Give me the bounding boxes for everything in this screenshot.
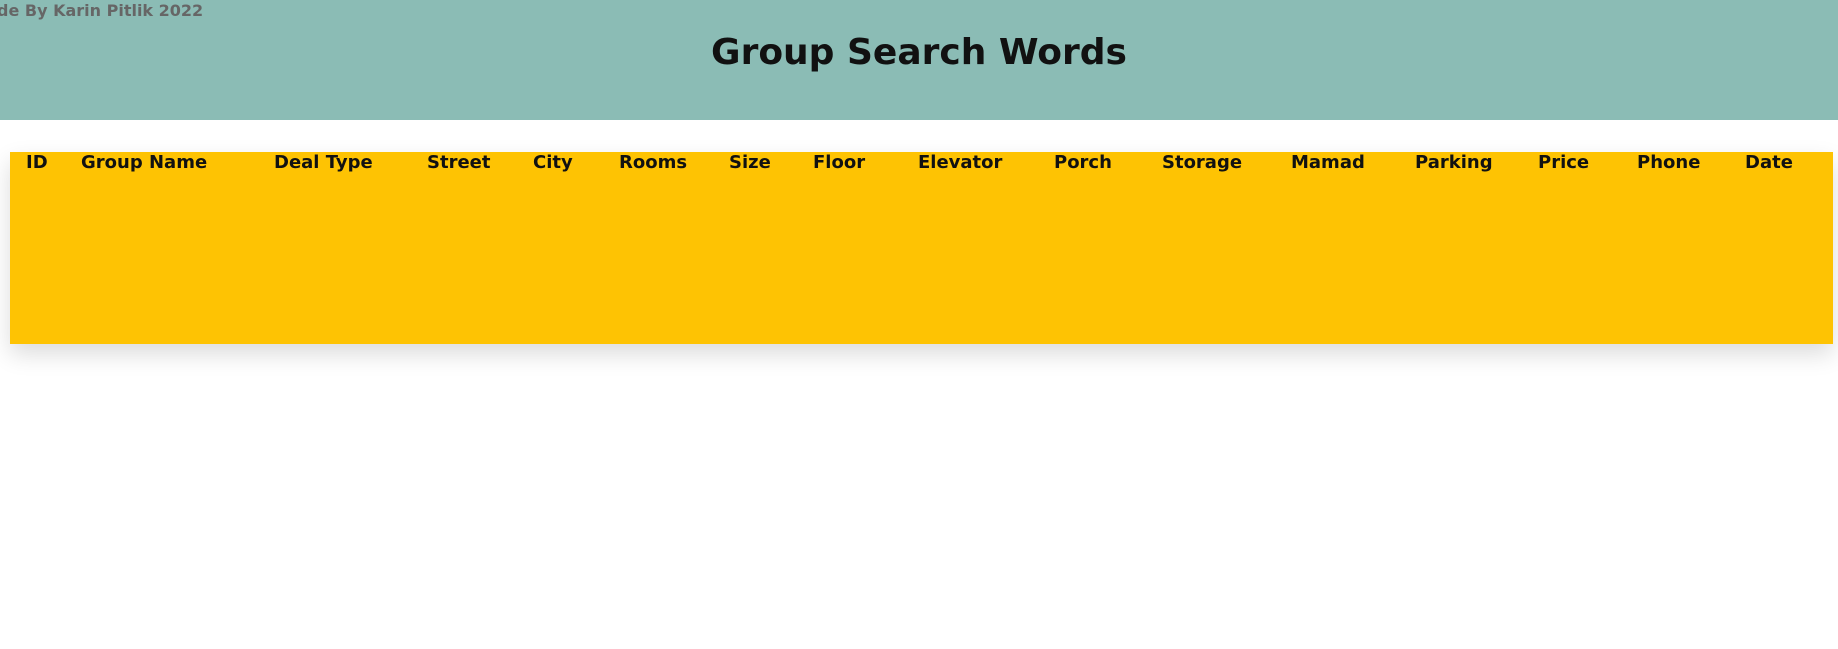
credit-text: de By Karin Pitlik 2022 (0, 1, 204, 20)
column-header-storage: Storage (1162, 152, 1243, 173)
column-header-phone: Phone (1637, 152, 1701, 173)
search-words-table: ID Group Name Deal Type Street City Room… (10, 152, 1833, 344)
table-body (10, 173, 1833, 344)
search-words-table-container: ID Group Name Deal Type Street City Room… (10, 152, 1833, 344)
column-header-rooms: Rooms (619, 152, 688, 173)
column-header-parking: Parking (1415, 152, 1493, 173)
column-header-floor: Floor (813, 152, 866, 173)
column-header-date: Date (1745, 152, 1793, 173)
column-header-mamad: Mamad (1291, 152, 1365, 173)
column-header-street: Street (427, 152, 491, 173)
column-header-size: Size (729, 152, 771, 173)
page-header: de By Karin Pitlik 2022 Group Search Wor… (0, 0, 1838, 120)
column-header-porch: Porch (1054, 152, 1112, 173)
column-header-id: ID (26, 152, 48, 173)
column-header-city: City (533, 152, 573, 173)
table-header-row: ID Group Name Deal Type Street City Room… (10, 152, 1833, 173)
column-header-elevator: Elevator (918, 152, 1003, 173)
page-title: Group Search Words (711, 32, 1127, 73)
column-header-price: Price (1538, 152, 1590, 173)
column-header-deal-type: Deal Type (274, 152, 373, 173)
column-header-group-name: Group Name (81, 152, 208, 173)
